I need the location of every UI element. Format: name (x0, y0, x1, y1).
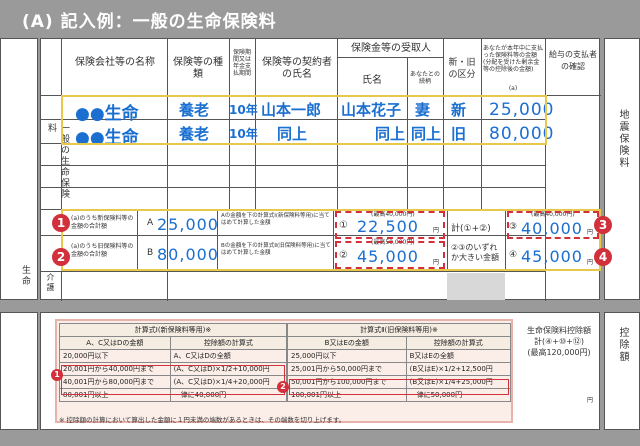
right-label-deduction: 控除額 (617, 327, 628, 363)
formula1-title: 計算式Ⅰ(新保険料等用)※ (59, 323, 287, 337)
table-row: 20,000円以下 A、C又はDの全額 (59, 349, 288, 363)
header-recipient-name: 氏名 (362, 75, 382, 86)
page-title: (A) 記入例：一般の生命保険料 (22, 12, 277, 32)
form-sheet-bottom: 計算式Ⅰ(新保険料等用)※ A、C又はDの金額 控除額の計算式 20,000円以下… (40, 312, 600, 430)
header-relationship: あなたとの続柄 (410, 71, 440, 85)
badge-3: 3 (594, 216, 612, 234)
formula2-col1: B又はEの金額 (287, 336, 407, 350)
result-new-dashbox (335, 211, 445, 239)
deduction-max: (最高120,000円) (527, 348, 591, 357)
badge-2: 2 (52, 248, 70, 266)
badge-4: 4 (594, 248, 612, 266)
left-margin-bottom (0, 312, 38, 430)
formula1-col1: A、C又はDの金額 (59, 336, 171, 350)
side-label-seimei: 生命 (20, 265, 30, 287)
deduction-formula: 計(④+⑩+⑫) (534, 337, 584, 346)
deduction-box: 生命保険料控除額 計(④+⑩+⑫) (最高120,000円) (521, 325, 597, 358)
form-sheet-top: 保険会社等の名称 保険等の種類 保険期間又は年金支払期間 保険等の契約者の氏名 … (40, 38, 601, 301)
right-margin-bottom: 控除額 (604, 312, 640, 430)
formula2-title: 計算式Ⅱ(旧保険料等用)※ (287, 323, 511, 337)
badge-formula-2: 2 (277, 381, 289, 393)
header-amount-sub: (a) (508, 85, 518, 92)
right-label-earthquake: 地震保険料 (617, 109, 628, 169)
rows-highlight (61, 95, 547, 145)
badge-formula-1: 1 (51, 369, 63, 381)
gray-cell (447, 273, 505, 300)
table-row: 25,000円以下 B又はEの全額 (287, 349, 512, 363)
header-contractor: 保険等の契約者の氏名 (262, 57, 332, 80)
left-margin-top: 生命 (0, 38, 38, 300)
header-amount: あなたが本年中に支払った保険料等の金額(分配を受けた剰余金等の控除後の金額) (483, 45, 544, 73)
side-label-kaigo: 介護 (46, 273, 55, 293)
footnote: ※ 控除額の計算において算出した金額に１円未満の端数があるときは、その端数を切り… (59, 416, 346, 424)
formula2-highlight (289, 379, 509, 395)
header-period: 保険期間又は年金支払期間 (232, 49, 251, 77)
header-new-old: 新・旧の区分 (448, 58, 476, 80)
header-recipient: 保険金等の受取人 (351, 43, 431, 54)
header-confirm: 給与の支払者の確認 (549, 50, 597, 71)
deduction-title: 生命保険料控除額 (527, 326, 591, 335)
table-row: 25,001円から50,000円まで (B又はE)×1/2+12,500円 (287, 362, 512, 376)
deduction-unit: 円 (587, 397, 594, 404)
formula2-col2: 控除額の計算式 (405, 336, 512, 350)
header-company: 保険会社等の名称 (75, 57, 155, 68)
total-dashbox (507, 211, 599, 239)
badge-1: 1 (52, 214, 70, 232)
header-type: 保険等の種類 (173, 57, 223, 80)
formula1-highlight (61, 365, 285, 395)
result-old-dashbox (335, 241, 445, 269)
formula1-col2: 控除額の計算式 (169, 336, 288, 350)
